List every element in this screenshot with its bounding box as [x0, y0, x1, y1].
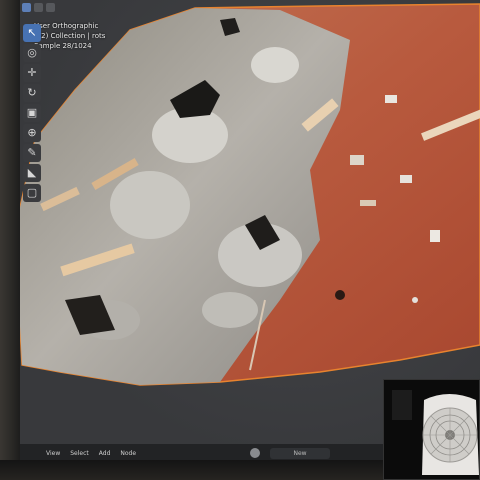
view-mode-icon[interactable]	[34, 3, 43, 12]
menu-view[interactable]: View	[46, 450, 60, 457]
menu-add[interactable]: Add	[99, 450, 111, 457]
monitor-bezel-left	[0, 0, 20, 480]
tool-shelf: ↖ ◎ ✛ ↻ ▣ ⊕ ✎ ◣ ▢	[20, 20, 44, 202]
annotate-tool-icon[interactable]: ✎	[23, 144, 41, 162]
add-cube-tool-icon[interactable]: ▢	[23, 184, 41, 202]
select-tool-icon[interactable]: ↖	[23, 24, 41, 42]
viewport-shading-icon[interactable]	[46, 3, 55, 12]
move-tool-icon[interactable]: ✛	[23, 64, 41, 82]
desk-fan-image	[384, 380, 479, 479]
editor-type-icon[interactable]	[22, 3, 31, 12]
world-icon[interactable]	[250, 448, 260, 458]
menu-select[interactable]: Select	[70, 450, 89, 457]
header-editor-icons	[20, 0, 92, 19]
rotate-tool-icon[interactable]: ↻	[23, 84, 41, 102]
webcam-overlay	[383, 379, 480, 480]
transform-tool-icon[interactable]: ⊕	[23, 124, 41, 142]
cursor-tool-icon[interactable]: ◎	[23, 44, 41, 62]
menu-node[interactable]: Node	[120, 450, 136, 457]
scale-tool-icon[interactable]: ▣	[23, 104, 41, 122]
collection-label: (42) Collection | rots	[34, 32, 106, 40]
measure-tool-icon[interactable]: ◣	[23, 164, 41, 182]
new-button[interactable]: New	[270, 448, 330, 459]
